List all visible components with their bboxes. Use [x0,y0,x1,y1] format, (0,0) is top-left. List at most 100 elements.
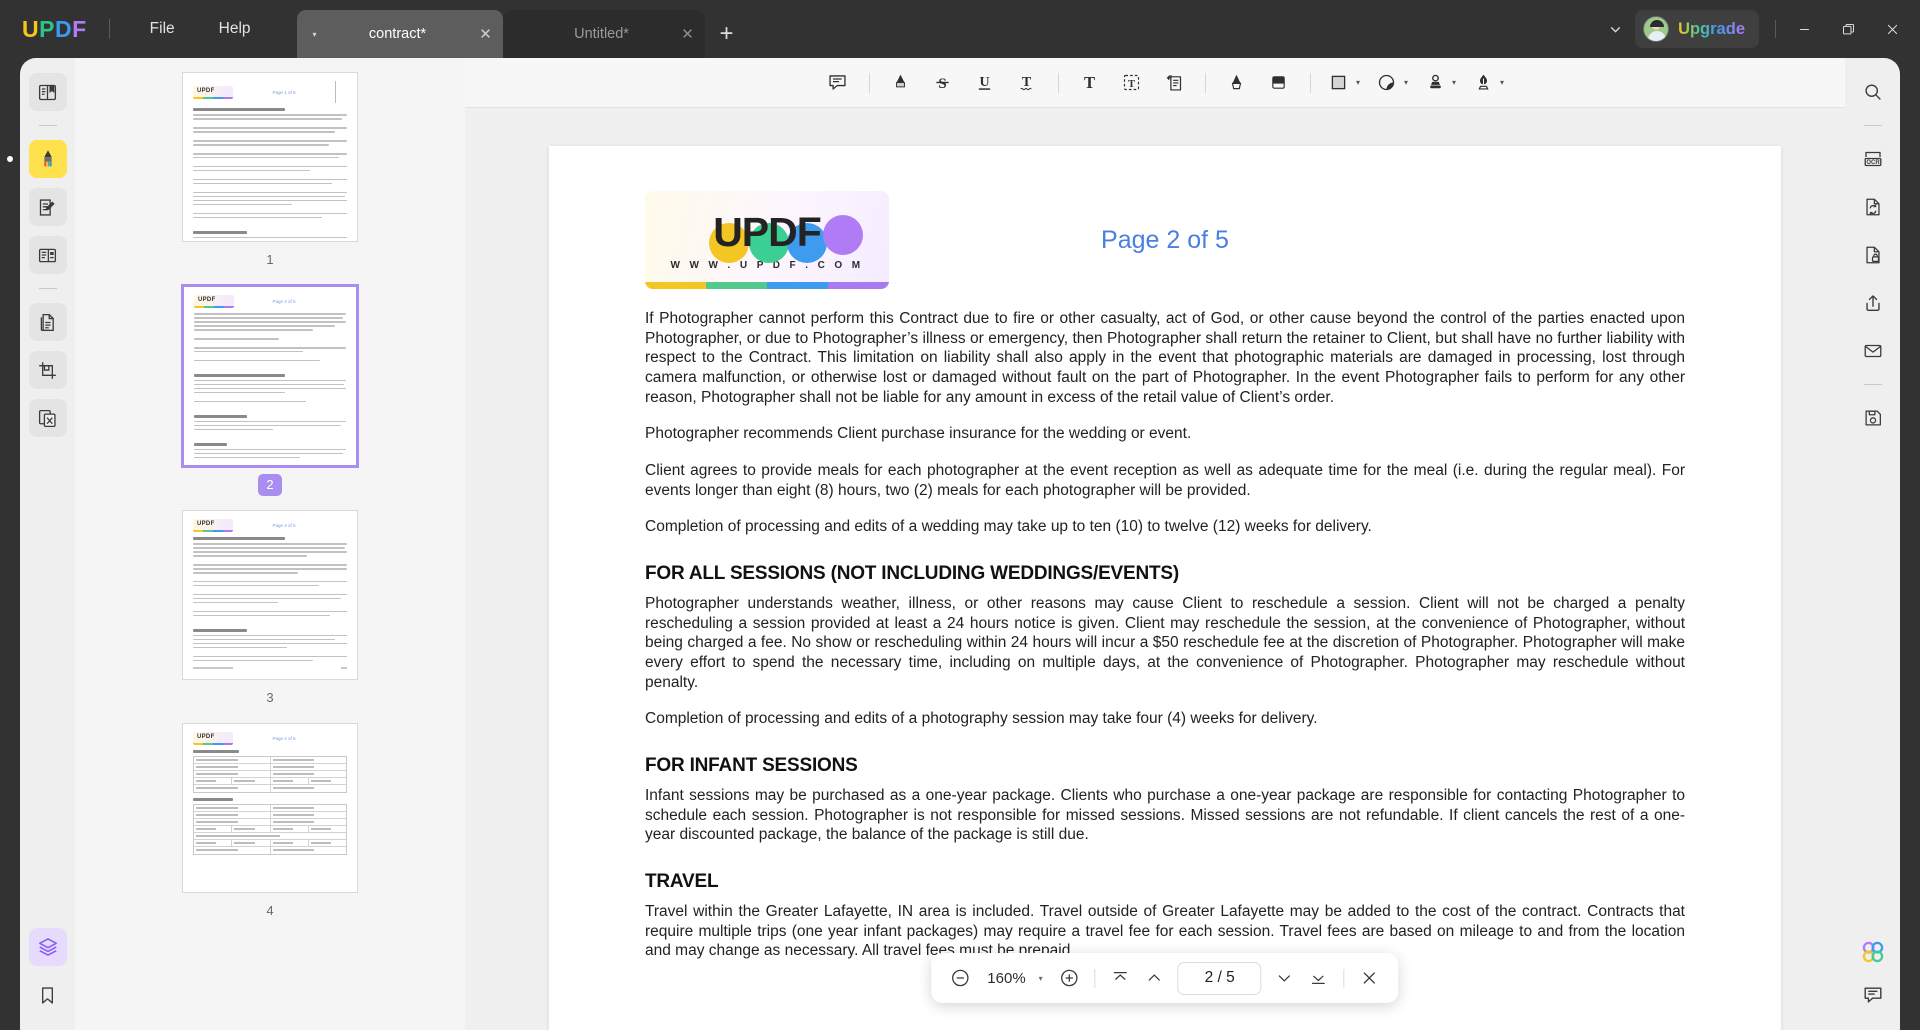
tool-underline[interactable]: U [965,65,1005,101]
page-scroll-area[interactable]: UPDF W W W . U P D F . C O M Page 2 of 5… [465,108,1865,1030]
thumbnail-page-1[interactable]: UPDF Page 1 of 5 [182,72,358,242]
tool-shapes[interactable]: ▾ [1322,65,1368,101]
sidebar-item-organize-pages[interactable] [28,303,67,341]
chevron-down-icon[interactable]: ▾ [1404,78,1416,87]
last-page-button[interactable] [1303,962,1335,994]
logo-letter-u: U [22,15,40,42]
right-item-protect[interactable] [1854,236,1892,274]
thumb-page-label: Page 3 of 5 [272,523,296,528]
svg-text:T: T [1128,79,1135,90]
svg-text:S: S [939,76,947,92]
square-shape-icon[interactable] [1322,65,1356,101]
annotation-toolbar: S U T T T ▾ ▾ ▾ ▾ [465,58,1865,108]
thumbnail-item[interactable]: UPDF Page 3 of 5 3 [75,510,465,723]
rail-divider [1863,125,1882,126]
tool-eraser[interactable] [1259,65,1299,101]
chevron-down-icon[interactable]: ▾ [297,30,327,39]
tool-stamp[interactable]: ▾ [1418,65,1464,101]
page-navigation-bar: 160% ▾ 2 / 5 [931,953,1399,1003]
tool-sticky-note[interactable] [818,65,858,101]
thumb-heading [193,108,286,111]
right-item-email[interactable] [1854,332,1892,370]
sidebar-item-reader[interactable] [28,73,67,111]
tool-text-box[interactable]: T [1070,65,1110,101]
rail-divider [1863,384,1882,385]
thumbnail-page-4[interactable]: UPDF Page 4 of 5 [182,723,358,893]
sidebar-item-compare-documents[interactable] [28,399,67,437]
thumbnail-item[interactable]: UPDF Page 4 of 5 4 [75,723,465,936]
tool-strikethrough[interactable]: S [923,65,963,101]
chevron-down-icon[interactable]: ▾ [1452,78,1464,87]
tool-highlight[interactable] [881,65,921,101]
sticker-icon[interactable] [1370,65,1404,101]
toolbar-divider [1309,72,1311,93]
nav-divider [1343,968,1345,988]
toolbar-divider [868,72,870,93]
right-tool-rail: OCR [1845,58,1900,1030]
sidebar-item-bookmarks[interactable] [29,976,67,1014]
thumbnail-page-2[interactable]: UPDF Page 2 of 5 [182,285,358,467]
toolbar-divider [1057,72,1059,93]
thumbnail-item-selected[interactable]: UPDF Page 2 of 5 2 [75,285,465,510]
right-item-share[interactable] [1854,284,1892,322]
upgrade-button[interactable]: Upgrade [1635,10,1759,48]
logo-letter-d: D [54,15,73,42]
tool-pencil[interactable] [1217,65,1257,101]
thumb-page-label: Page 1 of 5 [272,89,296,95]
chevron-down-icon[interactable]: ▾ [1037,974,1052,983]
right-item-convert[interactable] [1854,188,1892,226]
thumbnail-item[interactable]: UPDF Page 1 of 5 1 [75,72,465,285]
close-window-button[interactable] [1870,0,1914,58]
right-item-ocr[interactable]: OCR [1854,140,1892,178]
pdf-page-canvas[interactable]: UPDF W W W . U P D F . C O M Page 2 of 5… [549,146,1781,1030]
rail-divider [38,125,57,126]
tool-typewriter[interactable] [1154,65,1194,101]
tab-bar: ▾ contract* ✕ Untitled* ✕ + [296,0,749,58]
close-navbar-button[interactable] [1354,962,1386,994]
doc-paragraph: Photographer recommends Client purchase … [645,425,1192,443]
menu-file[interactable]: File [128,0,197,58]
logo-letter-p: P [39,15,55,42]
tool-stickers[interactable]: ▾ [1370,65,1416,101]
close-icon[interactable]: ✕ [671,25,705,43]
zoom-out-button[interactable] [944,962,976,994]
sidebar-item-page-layout[interactable] [28,236,67,274]
right-item-search[interactable] [1854,73,1892,111]
sidebar-item-edit-pdf[interactable] [28,188,67,226]
next-page-button[interactable] [1269,962,1301,994]
tab-contract[interactable]: ▾ contract* ✕ [296,10,503,58]
page-thumbnail-panel[interactable]: UPDF Page 1 of 5 1 UPDF Page 2 of 5 2 UP… [75,58,465,1030]
tab-untitled[interactable]: Untitled* ✕ [502,10,705,58]
close-icon[interactable]: ✕ [469,25,503,43]
maximize-button[interactable] [1826,0,1870,58]
chevron-down-icon[interactable]: ▾ [1500,78,1512,87]
first-page-button[interactable] [1105,962,1137,994]
zoom-level-label[interactable]: 160% [978,970,1034,987]
chevron-down-icon[interactable]: ▾ [1356,78,1368,87]
right-item-ai-assistant[interactable] [1854,933,1892,971]
tabs-overflow-button[interactable] [1595,0,1635,58]
right-item-comments-panel[interactable] [1854,976,1892,1014]
new-tab-button[interactable]: + [705,10,749,58]
sidebar-item-comment[interactable] [6,140,67,178]
fountain-pen-icon[interactable] [1466,65,1500,101]
thumbnail-page-3[interactable]: UPDF Page 3 of 5 [182,510,358,680]
sidebar-item-crop[interactable] [28,351,67,389]
zoom-in-button[interactable] [1054,962,1086,994]
tool-squiggly-underline[interactable]: T [1007,65,1047,101]
menu-help[interactable]: Help [197,0,273,58]
window-controls-divider [1775,20,1776,38]
thumb-page-label: Page 2 of 5 [272,299,296,304]
toolbar-divider [1204,72,1206,93]
page-number-field[interactable]: 2 / 5 [1177,961,1262,995]
minimize-button[interactable] [1782,0,1826,58]
tool-signature[interactable]: ▾ [1466,65,1512,101]
svg-text:U: U [980,75,990,90]
tool-text-field[interactable]: T [1112,65,1152,101]
sidebar-item-layers[interactable] [28,928,67,966]
right-item-save[interactable] [1854,399,1892,437]
workspace: UPDF Page 1 of 5 1 UPDF Page 2 of 5 2 UP… [0,58,1920,1030]
stamp-icon[interactable] [1418,65,1452,101]
previous-page-button[interactable] [1139,962,1171,994]
logo-color-bar [645,282,889,289]
